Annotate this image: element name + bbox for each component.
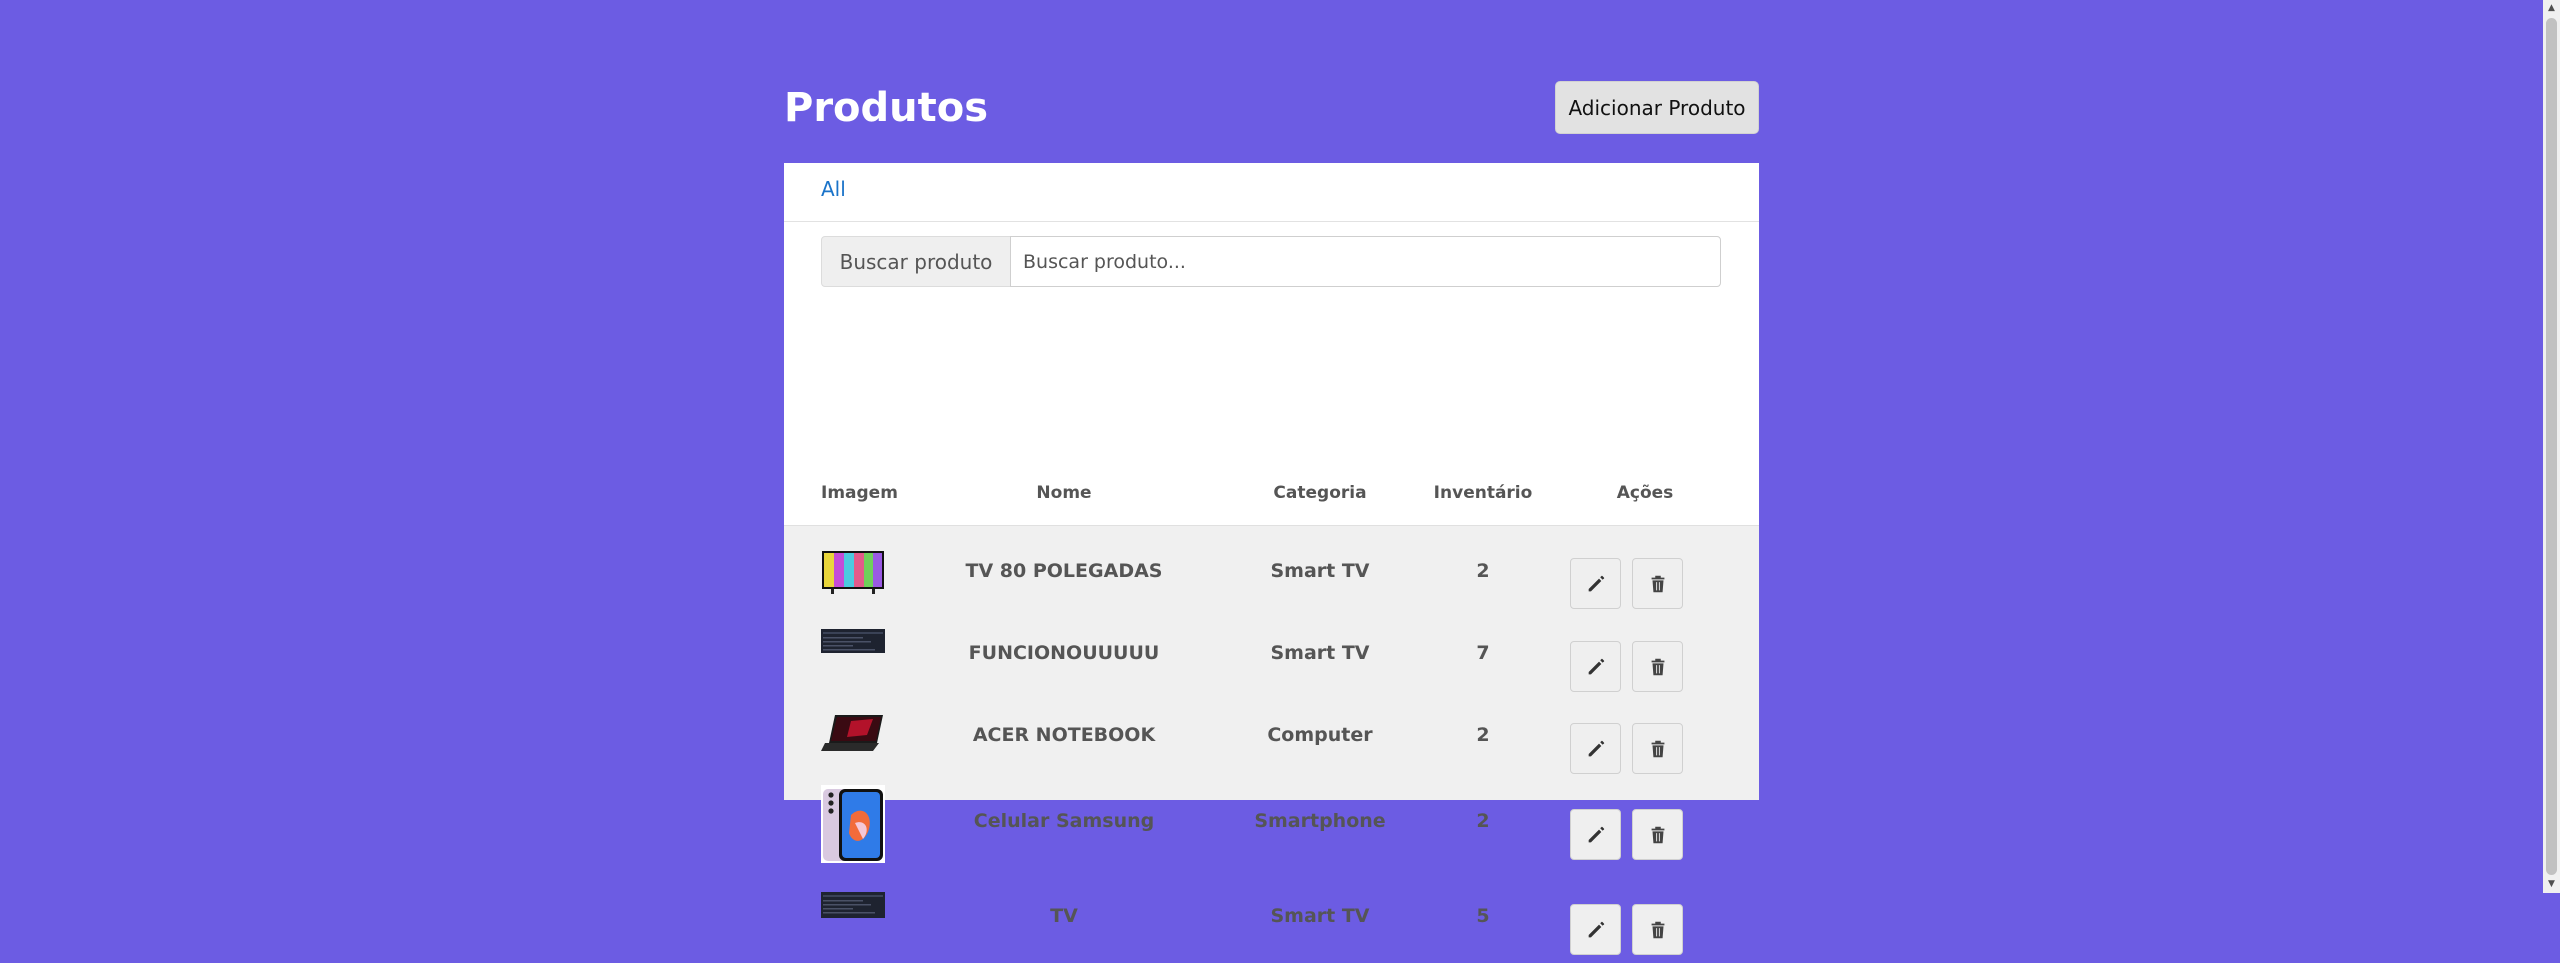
product-name: FUNCIONOUUUUU	[968, 642, 1160, 664]
edit-button[interactable]	[1570, 904, 1621, 955]
search-input[interactable]	[1010, 236, 1721, 287]
product-category: Smartphone	[1254, 810, 1386, 832]
column-header-inventory: Inventário	[1433, 483, 1533, 503]
product-name: ACER NOTEBOOK	[972, 724, 1156, 746]
table-row: TV Smart TV 5	[784, 871, 1759, 963]
pencil-icon	[1588, 740, 1604, 756]
table-row: TV 80 POLEGADAS Smart TV 2	[784, 526, 1759, 611]
tab-bar: All	[784, 163, 1759, 222]
product-name: Celular Samsung	[973, 810, 1155, 832]
table-row: FUNCIONOUUUUU Smart TV 7	[784, 611, 1759, 693]
column-header-actions: Ações	[1616, 483, 1674, 503]
column-header-category: Categoria	[1273, 483, 1367, 503]
delete-button[interactable]	[1632, 904, 1683, 955]
pencil-icon	[1588, 826, 1604, 842]
edit-button[interactable]	[1570, 558, 1621, 609]
scroll-up-arrow-icon[interactable]: ▲	[2543, 0, 2560, 17]
pencil-icon	[1588, 658, 1604, 674]
search-addon-label: Buscar produto	[821, 236, 1011, 287]
edit-button[interactable]	[1570, 723, 1621, 774]
product-thumbnail-phone	[821, 785, 885, 863]
edit-button[interactable]	[1570, 641, 1621, 692]
trash-icon	[1651, 740, 1664, 757]
product-thumbnail-screenshot	[821, 629, 885, 653]
scrollbar-thumb[interactable]	[2546, 18, 2557, 875]
column-header-image: Imagem	[821, 483, 898, 503]
product-inventory: 2	[1476, 810, 1490, 832]
product-category: Smart TV	[1270, 905, 1370, 927]
page-header: Produtos Adicionar Produto	[784, 80, 1759, 136]
table-row: ACER NOTEBOOK Computer 2	[784, 693, 1759, 775]
add-product-button[interactable]: Adicionar Produto	[1555, 81, 1759, 134]
scroll-down-arrow-icon[interactable]: ▼	[2543, 876, 2560, 893]
delete-button[interactable]	[1632, 723, 1683, 774]
product-category: Computer	[1267, 724, 1373, 746]
trash-icon	[1651, 826, 1664, 843]
product-category: Smart TV	[1270, 560, 1370, 582]
edit-button[interactable]	[1570, 809, 1621, 860]
product-thumbnail-tv	[821, 550, 885, 594]
trash-icon	[1651, 575, 1664, 592]
column-header-name: Nome	[1036, 483, 1092, 503]
product-name: TV 80 POLEGADAS	[965, 560, 1163, 582]
product-inventory: 5	[1476, 905, 1490, 927]
pencil-icon	[1588, 575, 1604, 591]
trash-icon	[1651, 921, 1664, 938]
trash-icon	[1651, 658, 1664, 675]
table-header: Imagem Nome Categoria Inventário Ações	[784, 463, 1759, 526]
product-inventory: 2	[1476, 724, 1490, 746]
page-scrollbar[interactable]: ▲ ▼	[2543, 0, 2560, 893]
delete-button[interactable]	[1632, 558, 1683, 609]
products-card: All Buscar produto Imagem Nome Categoria…	[784, 163, 1759, 955]
product-name: TV	[1050, 905, 1078, 927]
page-title: Produtos	[784, 85, 989, 131]
product-inventory: 7	[1476, 642, 1490, 664]
tab-all[interactable]: All	[821, 177, 846, 201]
delete-button[interactable]	[1632, 641, 1683, 692]
pencil-icon	[1588, 921, 1604, 937]
product-thumbnail-screenshot	[821, 892, 885, 918]
product-inventory: 2	[1476, 560, 1490, 582]
delete-button[interactable]	[1632, 809, 1683, 860]
product-category: Smart TV	[1270, 642, 1370, 664]
table-row: Celular Samsung Smartphone 2	[784, 775, 1759, 871]
product-thumbnail-laptop	[821, 713, 885, 753]
